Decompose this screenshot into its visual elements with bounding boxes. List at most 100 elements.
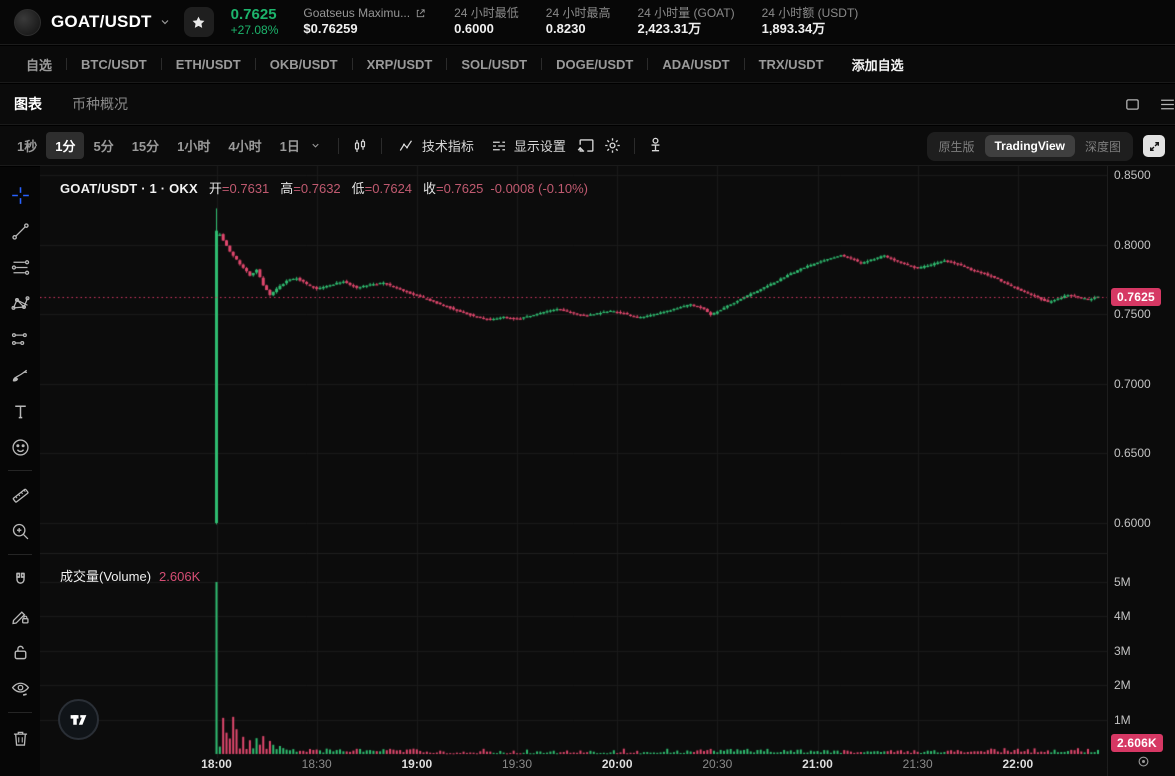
- stat-value: 1,893.34万: [762, 21, 859, 38]
- display-settings-icon: [490, 137, 508, 155]
- interval-1秒[interactable]: 1秒: [8, 132, 46, 159]
- display-settings-button[interactable]: 显示设置: [482, 132, 574, 159]
- xabcd-pattern-tool[interactable]: [3, 286, 37, 320]
- fib-retracement-tool[interactable]: [3, 250, 37, 284]
- stat-value: 0.6000: [454, 21, 519, 38]
- coin-logo: [14, 9, 41, 36]
- crosshair-tool[interactable]: [3, 178, 37, 212]
- last-volume-badge: 2.606K: [1111, 734, 1163, 752]
- emoji-tool[interactable]: [3, 430, 37, 464]
- mode-TradingView[interactable]: TradingView: [985, 135, 1075, 157]
- pairs-tab-xrp[interactable]: XRP/USDT: [353, 57, 447, 72]
- pairs-tab-okb[interactable]: OKB/USDT: [256, 57, 352, 72]
- menu-icon[interactable]: [1159, 96, 1175, 113]
- hide-drawings-tool[interactable]: [3, 671, 37, 705]
- stat-3: 24 小时额 (USDT)1,893.34万: [762, 6, 859, 38]
- stat-label: 24 小时最高: [546, 6, 611, 22]
- usd-price: $0.76259: [303, 21, 426, 38]
- view-tabs: 图表 币种概况: [0, 84, 1175, 125]
- ohlc-legend: GOAT/USDT · 1 · OKX 开=0.7631 高=0.7632 低=…: [60, 178, 588, 197]
- trend-line-icon: [10, 221, 31, 242]
- chart-area: GOAT/USDT · 1 · OKX 开=0.7631 高=0.7632 低=…: [40, 166, 1107, 776]
- prediction-icon: [10, 329, 31, 350]
- tab-coin-overview[interactable]: 币种概况: [72, 94, 128, 114]
- token-name[interactable]: Goatseus Maximu...: [303, 6, 410, 22]
- interval-1分[interactable]: 1分: [46, 132, 84, 159]
- pairs-tab-btc[interactable]: BTC/USDT: [67, 57, 161, 72]
- time-label-21:00: 21:00: [802, 757, 833, 771]
- last-price-badge: 0.7625: [1111, 288, 1161, 306]
- ruler-icon: [10, 485, 31, 506]
- crosshair-icon: [10, 185, 31, 206]
- text-tool[interactable]: [3, 394, 37, 428]
- layout-icon[interactable]: [1124, 96, 1141, 113]
- pair-title[interactable]: GOAT/USDT: [51, 12, 152, 32]
- tab-chart[interactable]: 图表: [14, 94, 42, 114]
- interval-1小时[interactable]: 1小时: [168, 132, 219, 159]
- interval-1日[interactable]: 1日: [271, 132, 309, 159]
- replay-icon[interactable]: [574, 133, 600, 159]
- chart-mode-switch: 原生版TradingView深度图: [927, 132, 1134, 161]
- ruler-tool[interactable]: [3, 478, 37, 512]
- favorite-button[interactable]: [184, 7, 214, 37]
- zoom-in-icon: [10, 521, 31, 542]
- delete-drawings-tool[interactable]: [3, 721, 37, 755]
- change-percent: +27.08%: [231, 24, 279, 38]
- pairs-tab-eth[interactable]: ETH/USDT: [162, 57, 255, 72]
- price-label-0.6000: 0.6000: [1114, 516, 1151, 530]
- price-axis[interactable]: 0.85000.80000.75000.70000.65000.60005M4M…: [1107, 166, 1175, 776]
- price-label-0.6500: 0.6500: [1114, 446, 1151, 460]
- pairs-tab-sol[interactable]: SOL/USDT: [447, 57, 541, 72]
- pairs-tab-add-favorite[interactable]: 添加自选: [838, 55, 918, 74]
- fullscreen-button[interactable]: [1143, 135, 1165, 157]
- interval-4小时[interactable]: 4小时: [219, 132, 270, 159]
- stat-2: 24 小时量 (GOAT)2,423.31万: [637, 6, 734, 38]
- trend-line-tool[interactable]: [3, 214, 37, 248]
- stay-drawing-mode-icon: [10, 606, 31, 627]
- tradingview-logo[interactable]: [58, 699, 99, 740]
- time-label-19:00: 19:00: [401, 757, 432, 771]
- candlestick-chart-canvas[interactable]: [40, 166, 1107, 758]
- magnet-tool[interactable]: [3, 563, 37, 597]
- toolbar-divider: [8, 712, 32, 713]
- instrument-header: GOAT/USDT 0.7625 +27.08% Goatseus Maximu…: [0, 0, 1175, 45]
- candle-style-icon[interactable]: [347, 133, 373, 159]
- mode-原生版[interactable]: 原生版: [929, 134, 985, 159]
- pairs-tab-doge[interactable]: DOGE/USDT: [542, 57, 647, 72]
- pairs-tab-trx[interactable]: TRX/USDT: [745, 57, 838, 72]
- zoom-in-tool[interactable]: [3, 514, 37, 548]
- price-label-0.7500: 0.7500: [1114, 307, 1151, 321]
- stay-drawing-mode-tool[interactable]: [3, 599, 37, 633]
- volume-legend: 成交量(Volume)2.606K: [60, 566, 200, 585]
- interval-15分[interactable]: 15分: [123, 132, 168, 159]
- prediction-tool[interactable]: [3, 322, 37, 356]
- volume-label-2M: 2M: [1114, 678, 1131, 692]
- interval-dropdown-caret[interactable]: [309, 136, 330, 155]
- brush-tool[interactable]: [3, 358, 37, 392]
- pairs-tab-ada[interactable]: ADA/USDT: [648, 57, 743, 72]
- time-axis[interactable]: 18:0018:3019:0019:3020:0020:3021:0021:30…: [40, 750, 1107, 776]
- indicators-button[interactable]: 技术指标: [390, 132, 482, 159]
- volume-label-3M: 3M: [1114, 644, 1131, 658]
- hide-drawings-icon: [10, 678, 31, 699]
- chevron-down-icon[interactable]: [159, 16, 171, 28]
- magnet-icon: [10, 570, 31, 591]
- interval-5分[interactable]: 5分: [84, 132, 122, 159]
- mode-深度图[interactable]: 深度图: [1075, 134, 1131, 159]
- time-label-22:00: 22:00: [1003, 757, 1034, 771]
- external-link-icon[interactable]: [415, 8, 426, 19]
- price-label-0.7000: 0.7000: [1114, 377, 1151, 391]
- time-label-20:30: 20:30: [702, 757, 732, 771]
- last-price: 0.7625: [231, 6, 279, 23]
- stat-1: 24 小时最高0.8230: [546, 6, 611, 38]
- settings-gear-icon[interactable]: [600, 133, 626, 159]
- pairs-tab-watchlist[interactable]: 自选: [12, 55, 66, 74]
- stat-value: 0.8230: [546, 21, 611, 38]
- axis-settings-icon[interactable]: [1136, 754, 1151, 769]
- brush-icon: [10, 365, 31, 386]
- indicators-icon: [398, 137, 416, 155]
- scale-icon[interactable]: [643, 133, 669, 159]
- price-label-0.8000: 0.8000: [1114, 238, 1151, 252]
- lock-drawings-tool[interactable]: [3, 635, 37, 669]
- volume-label-4M: 4M: [1114, 609, 1131, 623]
